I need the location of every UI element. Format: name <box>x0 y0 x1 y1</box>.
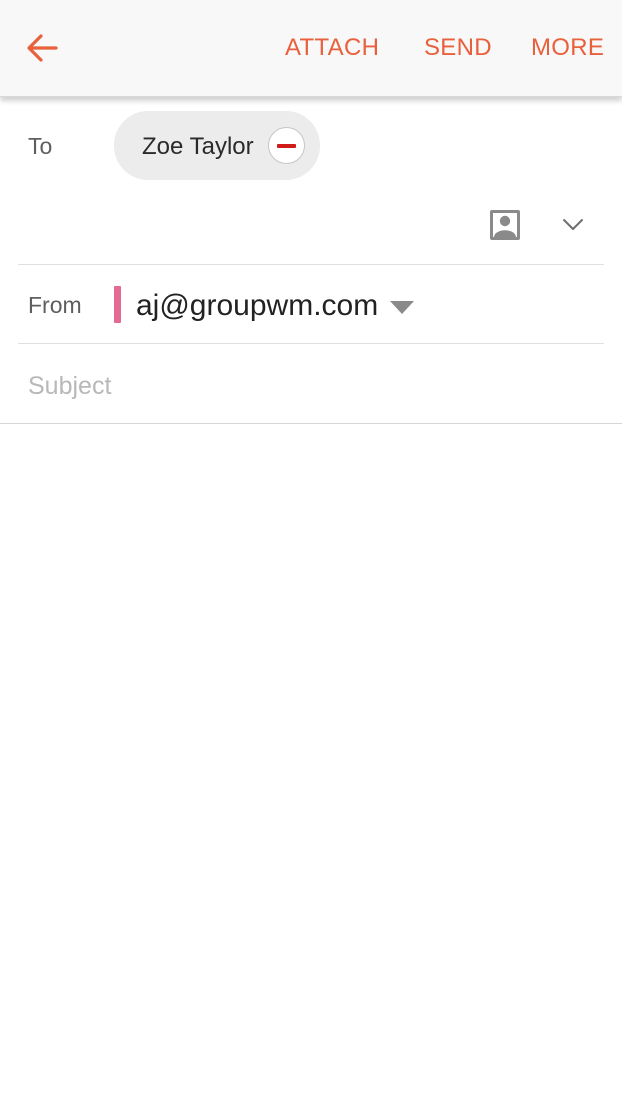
minus-circle-icon <box>277 144 296 148</box>
from-label: From <box>28 292 82 318</box>
subject-input[interactable] <box>28 364 588 408</box>
send-button[interactable]: SEND <box>424 34 492 62</box>
expand-recipients-button[interactable] <box>556 208 590 242</box>
arrow-left-icon <box>27 34 58 62</box>
contact-picker-button[interactable] <box>487 207 523 243</box>
account-color-marker <box>114 286 121 323</box>
recipient-chip[interactable]: Zoe Taylor <box>114 111 320 180</box>
contact-book-icon <box>490 210 520 240</box>
to-label: To <box>28 133 53 159</box>
app-bar: ATTACH SEND MORE <box>0 0 622 97</box>
recipient-name: Zoe Taylor <box>142 133 254 160</box>
from-account-select[interactable]: aj@groupwm.com <box>136 284 415 328</box>
divider <box>18 264 604 265</box>
caret-down-icon <box>390 300 415 314</box>
chevron-down-icon <box>563 219 583 230</box>
more-button[interactable]: MORE <box>531 34 604 62</box>
attach-button[interactable]: ATTACH <box>285 34 379 62</box>
remove-recipient-button[interactable] <box>268 127 305 164</box>
from-account-value: aj@groupwm.com <box>136 289 379 322</box>
message-body-area[interactable] <box>0 424 622 1105</box>
divider <box>18 343 604 344</box>
back-button[interactable] <box>20 26 64 70</box>
